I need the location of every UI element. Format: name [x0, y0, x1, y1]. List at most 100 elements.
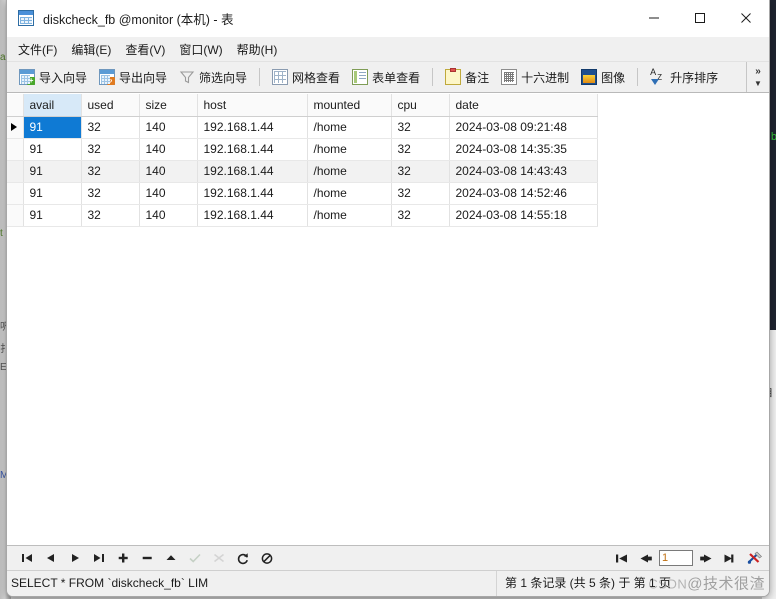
chevron-down-icon: ▼: [754, 78, 762, 88]
sort-ascending-button[interactable]: AZ 升序排序: [644, 65, 724, 89]
cell-avail[interactable]: 91: [23, 182, 82, 205]
table-row[interactable]: 91 32 140 192.168.1.44 /home 32 2024-03-…: [7, 204, 598, 227]
cell-mounted[interactable]: /home: [307, 138, 392, 161]
column-header-avail[interactable]: avail: [23, 94, 82, 117]
last-page-icon: [724, 554, 734, 562]
filter-wizard-button[interactable]: 筛选向导: [173, 65, 253, 89]
cell-date[interactable]: 2024-03-08 14:55:18: [449, 204, 598, 227]
last-record-button[interactable]: [87, 547, 111, 569]
sort-ascending-label: 升序排序: [670, 70, 719, 85]
maximize-icon: [695, 13, 705, 23]
cell-used[interactable]: 32: [81, 182, 140, 205]
cell-mounted[interactable]: /home: [307, 116, 392, 139]
delete-record-button[interactable]: [135, 547, 159, 569]
toolbar-overflow-button[interactable]: » ▼: [746, 62, 769, 92]
minus-icon: [142, 556, 152, 560]
cell-date[interactable]: 2024-03-08 14:52:46: [449, 182, 598, 205]
first-record-button[interactable]: [15, 547, 39, 569]
cell-mounted[interactable]: /home: [307, 182, 392, 205]
cell-avail[interactable]: 91: [23, 116, 82, 139]
cell-used[interactable]: 32: [81, 138, 140, 161]
import-wizard-button[interactable]: + 导入向导: [13, 65, 93, 89]
cell-size[interactable]: 140: [139, 160, 198, 183]
export-wizard-button[interactable]: › 导出向导: [93, 65, 173, 89]
cell-cpu[interactable]: 32: [391, 160, 450, 183]
hex-label: 十六进制: [521, 70, 570, 85]
cell-cpu[interactable]: 32: [391, 204, 450, 227]
image-button[interactable]: 图像: [575, 65, 631, 89]
previous-icon: [47, 554, 54, 562]
cell-cpu[interactable]: 32: [391, 182, 450, 205]
cell-date[interactable]: 2024-03-08 14:35:35: [449, 138, 598, 161]
status-bar: SELECT * FROM `diskcheck_fb` LIM 第 1 条记录…: [7, 570, 769, 596]
refresh-button[interactable]: [231, 547, 255, 569]
cell-host[interactable]: 192.168.1.44: [197, 160, 308, 183]
add-record-button[interactable]: [111, 547, 135, 569]
previous-record-button[interactable]: [39, 547, 63, 569]
cell-used[interactable]: 32: [81, 204, 140, 227]
cell-date[interactable]: 2024-03-08 14:43:43: [449, 160, 598, 183]
menu-view[interactable]: 查看(V): [118, 38, 172, 61]
form-view-button[interactable]: 表单查看: [346, 65, 426, 89]
cell-used[interactable]: 32: [81, 160, 140, 183]
title-bar: diskcheck_fb @monitor (本机) - 表: [7, 0, 769, 37]
menu-edit[interactable]: 编辑(E): [64, 38, 118, 61]
toolbar-overflow-label: »: [755, 65, 761, 77]
table-row[interactable]: 91 32 140 192.168.1.44 /home 32 2024-03-…: [7, 138, 598, 161]
table-row[interactable]: 91 32 140 192.168.1.44 /home 32 2024-03-…: [7, 160, 598, 183]
minimize-button[interactable]: [631, 0, 677, 36]
next-icon: [72, 554, 79, 562]
column-header-size[interactable]: size: [139, 94, 198, 117]
cell-cpu[interactable]: 32: [391, 138, 450, 161]
plus-icon: [118, 553, 128, 563]
tools-icon: [747, 551, 762, 564]
menu-window[interactable]: 窗口(W): [172, 38, 229, 61]
cell-avail[interactable]: 91: [23, 204, 82, 227]
cell-used[interactable]: 32: [81, 116, 140, 139]
cell-host[interactable]: 192.168.1.44: [197, 116, 308, 139]
cell-avail[interactable]: 91: [23, 160, 82, 183]
cell-size[interactable]: 140: [139, 138, 198, 161]
previous-page-button[interactable]: [635, 547, 657, 569]
close-button[interactable]: [723, 0, 769, 36]
stop-button[interactable]: [255, 547, 279, 569]
cell-date[interactable]: 2024-03-08 09:21:48: [449, 116, 598, 139]
last-page-button[interactable]: [719, 547, 741, 569]
cell-mounted[interactable]: /home: [307, 160, 392, 183]
page-number-input[interactable]: [659, 550, 693, 566]
cell-size[interactable]: 140: [139, 204, 198, 227]
cell-avail[interactable]: 91: [23, 138, 82, 161]
page-navigation: [611, 546, 765, 570]
table-row[interactable]: 91 32 140 192.168.1.44 /home 32 2024-03-…: [7, 182, 598, 205]
column-header-used[interactable]: used: [81, 94, 140, 117]
first-page-button[interactable]: [611, 547, 633, 569]
menu-help[interactable]: 帮助(H): [230, 38, 285, 61]
cell-host[interactable]: 192.168.1.44: [197, 138, 308, 161]
minimize-icon: [649, 17, 659, 19]
cell-size[interactable]: 140: [139, 116, 198, 139]
edit-record-button[interactable]: [159, 547, 183, 569]
memo-button[interactable]: 备注: [439, 65, 495, 89]
table-row[interactable]: 91 32 140 192.168.1.44 /home 32 2024-03-…: [7, 116, 598, 139]
cell-host[interactable]: 192.168.1.44: [197, 182, 308, 205]
maximize-button[interactable]: [677, 0, 723, 36]
cell-cpu[interactable]: 32: [391, 116, 450, 139]
grid-tools-button[interactable]: [743, 547, 765, 569]
hex-button[interactable]: 十六进制: [495, 65, 575, 89]
cell-mounted[interactable]: /home: [307, 204, 392, 227]
next-page-button[interactable]: [695, 547, 717, 569]
column-header-cpu[interactable]: cpu: [391, 94, 450, 117]
data-grid-area[interactable]: avail used size host mounted cpu date 91…: [7, 93, 769, 545]
grid-view-button[interactable]: 网格查看: [266, 65, 346, 89]
column-header-host[interactable]: host: [197, 94, 308, 117]
toolbar-separator-3: [637, 68, 639, 86]
previous-page-icon: [640, 554, 652, 562]
grid-view-icon: [272, 69, 289, 85]
table-window: diskcheck_fb @monitor (本机) - 表 文件(F) 编辑(…: [6, 0, 770, 597]
next-record-button[interactable]: [63, 547, 87, 569]
cell-size[interactable]: 140: [139, 182, 198, 205]
menu-file[interactable]: 文件(F): [11, 38, 64, 61]
column-header-date[interactable]: date: [449, 94, 598, 117]
column-header-mounted[interactable]: mounted: [307, 94, 392, 117]
cell-host[interactable]: 192.168.1.44: [197, 204, 308, 227]
